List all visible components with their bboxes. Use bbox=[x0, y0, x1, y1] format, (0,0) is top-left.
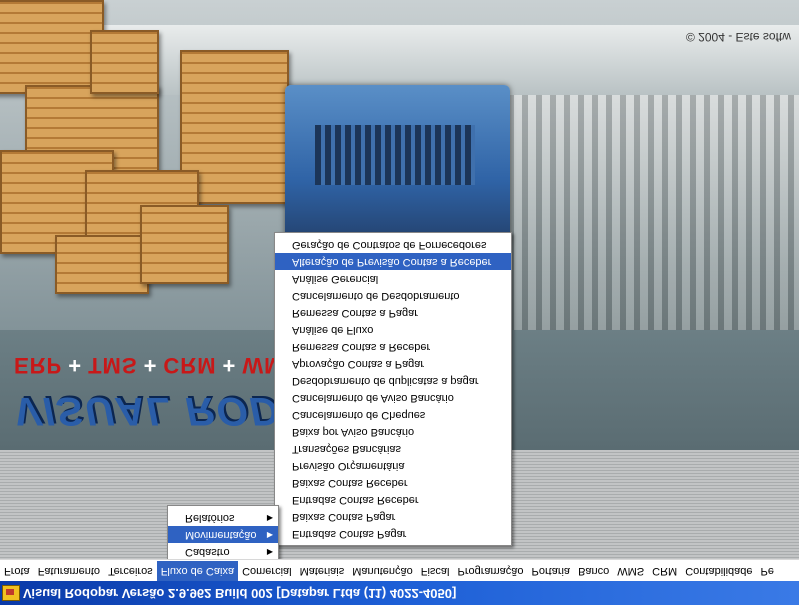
menubar-item-wms[interactable]: WMS bbox=[613, 561, 648, 581]
submenu-arrow-icon: ▶ bbox=[266, 513, 273, 522]
menubar-item-programacao[interactable]: Programação bbox=[453, 561, 527, 581]
menu-item-analise-gerencial[interactable]: Análise Gerencial bbox=[275, 270, 511, 287]
menubar-item-terceiros[interactable]: Terceiros bbox=[104, 561, 157, 581]
app-icon[interactable] bbox=[2, 585, 20, 601]
menu-item-cadastro[interactable]: Cadastro ▶ bbox=[168, 543, 278, 560]
menubar-item-frota[interactable]: Frota bbox=[0, 561, 34, 581]
submenu-arrow-icon: ▶ bbox=[266, 547, 273, 556]
copyright-text: © 2004 - Este softw bbox=[686, 30, 791, 44]
menu-item-remessa-contas-receber[interactable]: Remessa Contas a Receber bbox=[275, 338, 511, 355]
menubar-item-manutencao[interactable]: Manutenção bbox=[348, 561, 417, 581]
menubar-item-banco[interactable]: Banco bbox=[574, 561, 613, 581]
menubar-item-materiais[interactable]: Materiais bbox=[296, 561, 349, 581]
menubar-item-comercial[interactable]: Comercial bbox=[238, 561, 296, 581]
menu-item-analise-fluxo[interactable]: Análise de Fluxo bbox=[275, 321, 511, 338]
menu-item-previsao-orcamentaria[interactable]: Previsão Orçamentária bbox=[275, 457, 511, 474]
tagline-erp: ERP bbox=[14, 353, 63, 378]
tagline-crm: CRM bbox=[163, 353, 217, 378]
menu-item-entradas-contas-pagar[interactable]: Entradas Contas Pagar bbox=[275, 525, 511, 542]
window-titlebar: Visual Rodopar Versão 2.9.962 Build 002 … bbox=[0, 581, 799, 605]
menubar-item-fluxo-de-caixa[interactable]: Fluxo de Caixa bbox=[156, 561, 239, 581]
menu-item-geracao-contratos-fornecedores[interactable]: Geração de Contratos de Fornecedores bbox=[275, 236, 511, 253]
product-tagline: ERP + TMS + CRM + WMS bbox=[14, 353, 300, 378]
menu-item-cancelamento-cheques[interactable]: Cancelamento de Cheques bbox=[275, 406, 511, 423]
menubar-item-more[interactable]: Pe bbox=[757, 561, 778, 581]
menu-item-cancelamento-desdobramento[interactable]: Cancelamento de Desdobramento bbox=[275, 287, 511, 304]
menubar-item-portaria[interactable]: Portaria bbox=[528, 561, 575, 581]
menu-item-aprovacao-contas-pagar[interactable]: Aprovação Contas a Pagar bbox=[275, 355, 511, 372]
menu-item-cancelamento-aviso-bancario[interactable]: Cancelamento de Aviso Bancário bbox=[275, 389, 511, 406]
menu-item-remessa-contas-pagar[interactable]: Remessa Contas a Pagar bbox=[275, 304, 511, 321]
menu-item-baixas-contas-pagar[interactable]: Baixas Contas Pagar bbox=[275, 508, 511, 525]
menu-item-baixas-contas-receber[interactable]: Baixas Contas Receber bbox=[275, 474, 511, 491]
tagline-tms: TMS bbox=[88, 353, 138, 378]
window-title: Visual Rodopar Versão 2.9.962 Build 002 … bbox=[23, 585, 457, 601]
menu-item-alteracao-previsao-contas-receber[interactable]: Alteração de Previsão Contas a Receber bbox=[275, 253, 511, 270]
fluxo-de-caixa-dropdown: Relatórios ▶ Movimentação ▶ Cadastro ▶ bbox=[167, 505, 279, 564]
menubar-item-contabilidade[interactable]: Contabilidade bbox=[681, 561, 756, 581]
menu-item-baixa-aviso-bancario[interactable]: Baixa por Aviso Bancário bbox=[275, 423, 511, 440]
menubar-item-fiscal[interactable]: Fiscal bbox=[417, 561, 454, 581]
crates-image bbox=[0, 0, 290, 300]
main-menubar: Frota Faturamento Terceiros Fluxo de Cai… bbox=[0, 559, 799, 582]
menubar-item-faturamento[interactable]: Faturamento bbox=[34, 561, 104, 581]
truck-image bbox=[285, 85, 510, 245]
movimentacao-submenu: Geração de Contratos de Fornecedores Alt… bbox=[274, 232, 512, 546]
menu-item-entradas-contas-receber[interactable]: Entradas Contas Receber bbox=[275, 491, 511, 508]
submenu-arrow-icon: ▶ bbox=[266, 530, 273, 539]
menubar-item-crm[interactable]: CRM bbox=[648, 561, 681, 581]
menu-item-desdobramento-duplicatas[interactable]: Desdobramento de duplicatas a pagar bbox=[275, 372, 511, 389]
menu-item-movimentacao[interactable]: Movimentação ▶ bbox=[168, 526, 278, 543]
menu-item-relatorios[interactable]: Relatórios ▶ bbox=[168, 509, 278, 526]
menu-item-transacoes-bancarias[interactable]: Transações Bancárias bbox=[275, 440, 511, 457]
